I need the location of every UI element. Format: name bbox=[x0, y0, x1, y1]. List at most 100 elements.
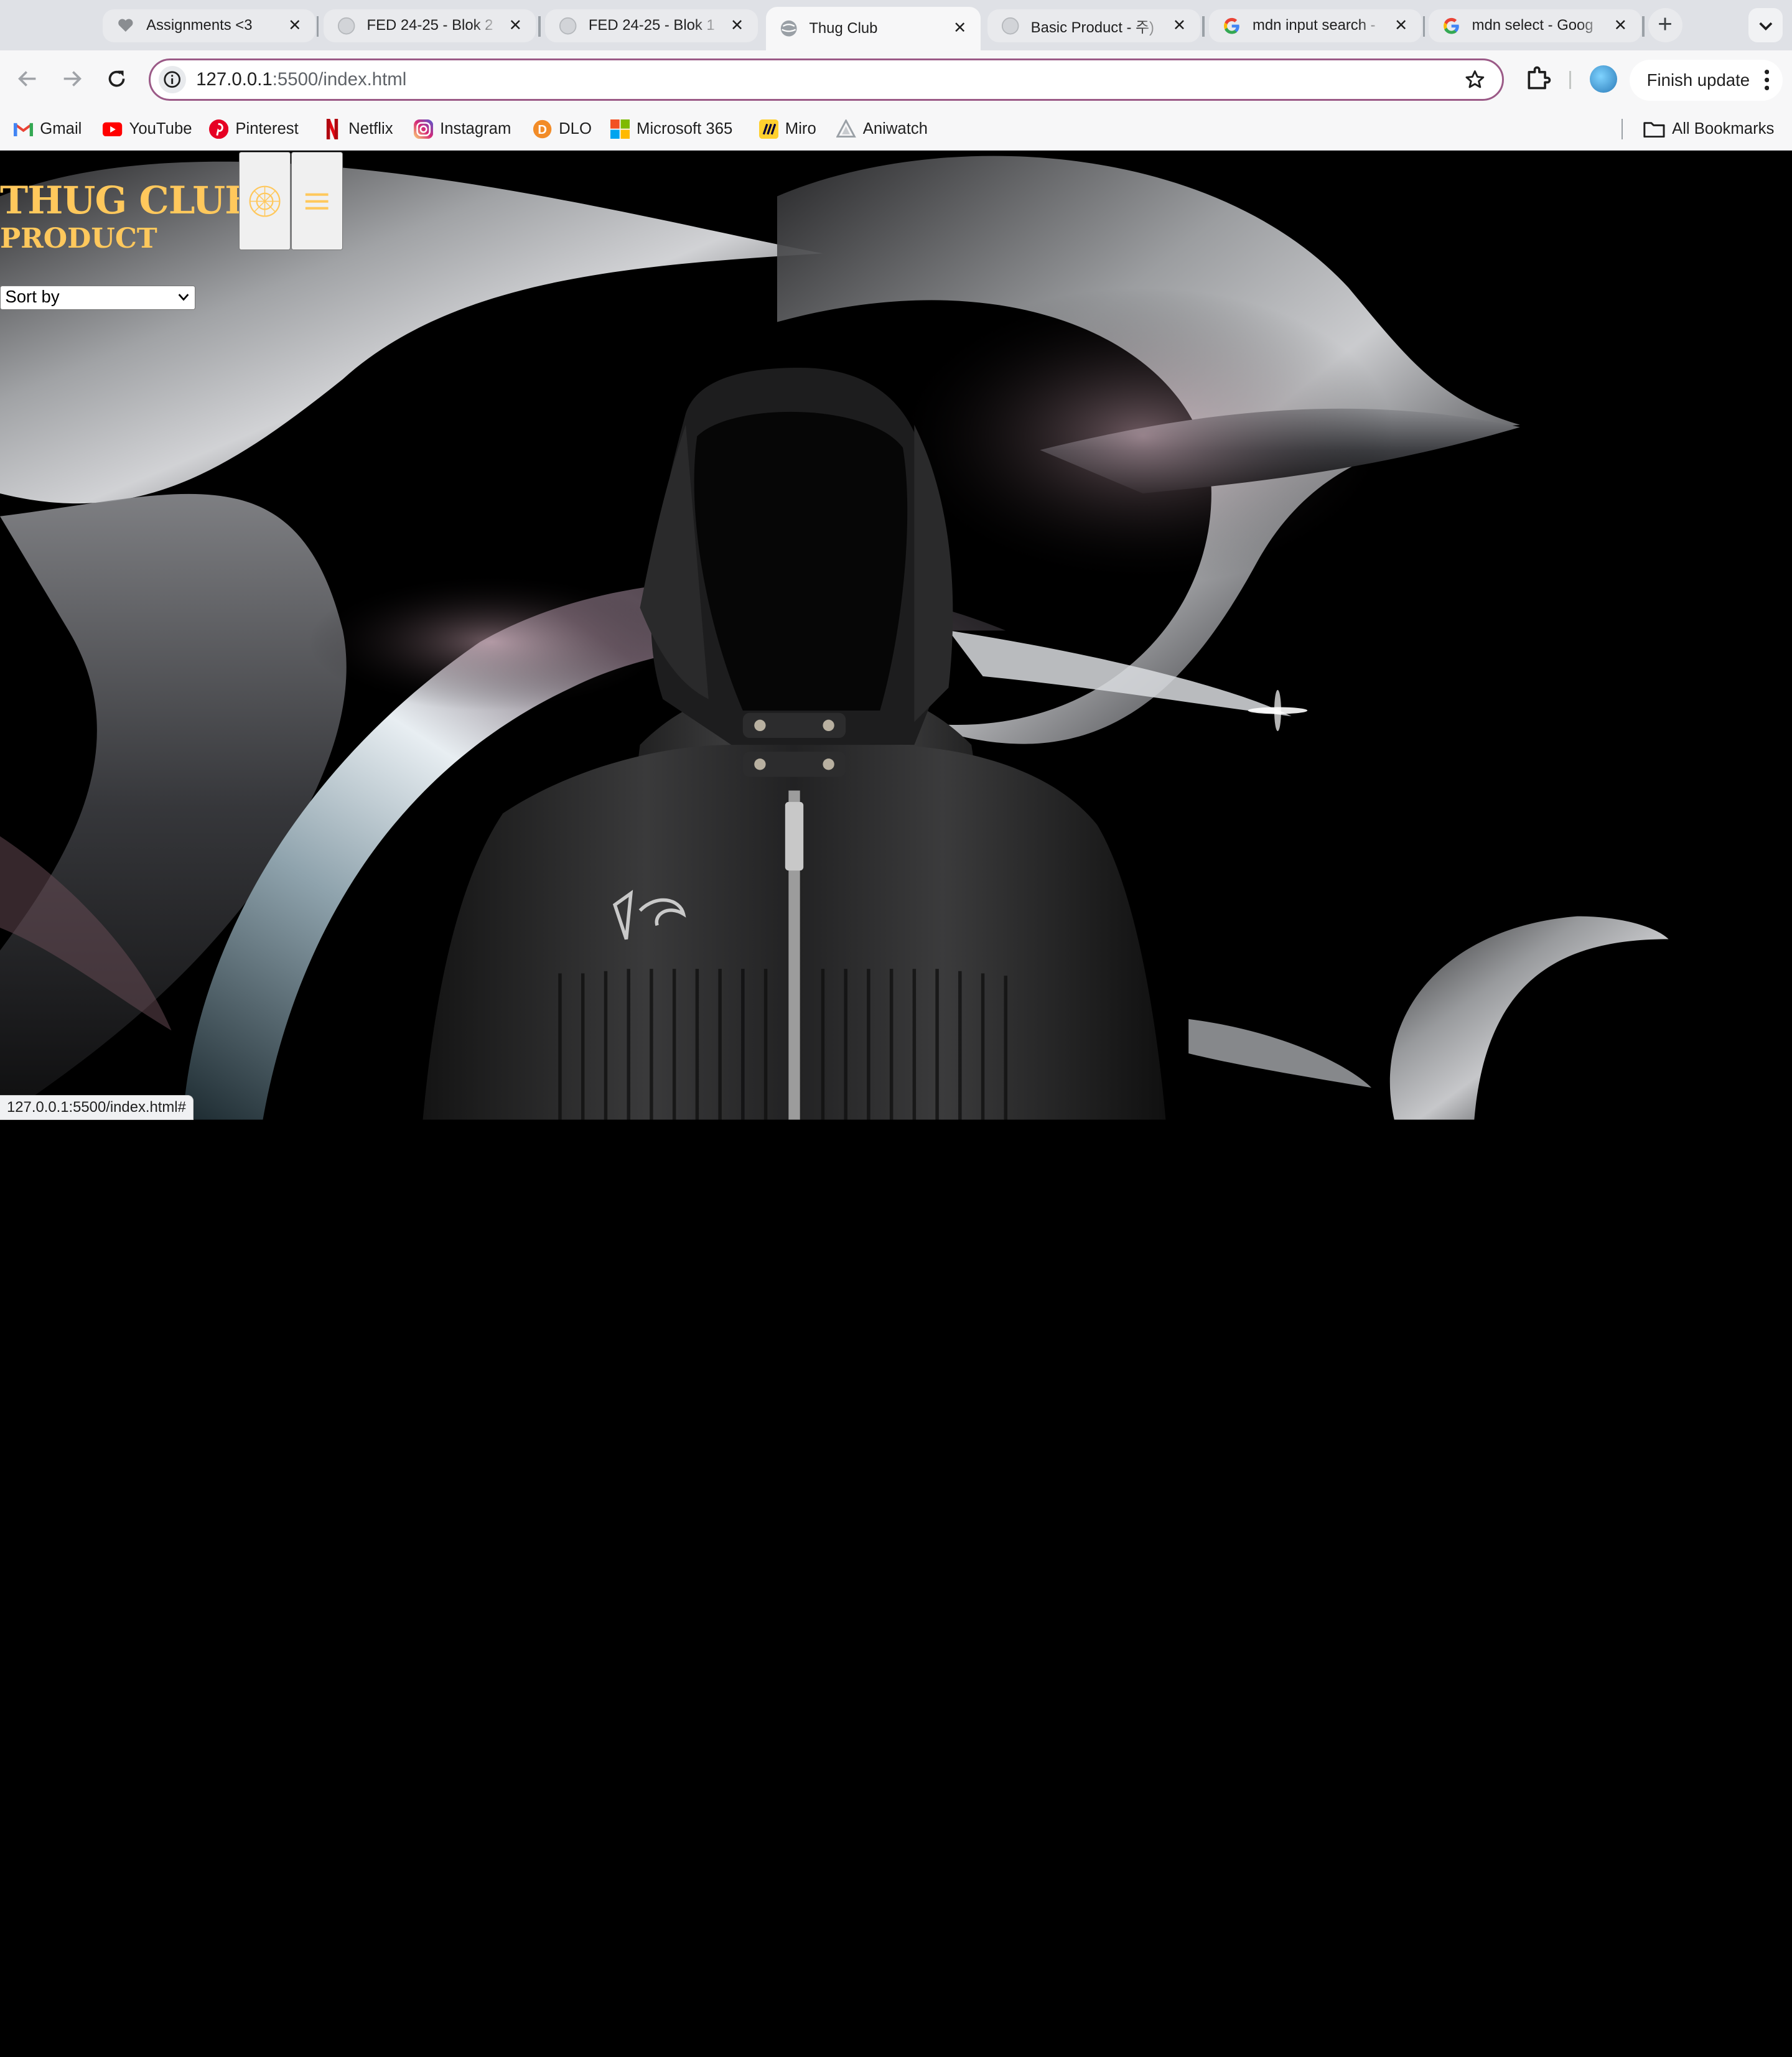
bookmark-gmail[interactable]: Gmail bbox=[14, 118, 82, 141]
page-viewport: THUG CLUB PRODUCT Sort by bbox=[0, 151, 1792, 1120]
more-menu-icon[interactable] bbox=[1764, 70, 1770, 91]
tab-title: FED 24-25 - Blok 1 bbox=[588, 17, 715, 34]
browser-toolbar: 127.0.0.1:5500/index.html Finish update bbox=[0, 50, 1792, 108]
google-icon bbox=[1223, 17, 1241, 35]
globe-icon bbox=[559, 17, 577, 35]
sun-emblem-icon bbox=[249, 185, 281, 217]
chevron-down-icon bbox=[1759, 22, 1773, 30]
tab-basic-product[interactable]: Basic Product - 주) ✕ bbox=[987, 9, 1200, 42]
sort-select[interactable]: Sort by bbox=[0, 286, 196, 310]
tab-divider bbox=[1422, 16, 1426, 37]
arrow-right-icon bbox=[63, 71, 82, 87]
forward-button[interactable] bbox=[57, 64, 87, 94]
dlo-icon: D bbox=[533, 119, 552, 139]
tab-divider bbox=[1202, 16, 1205, 37]
bookmark-label: Miro bbox=[785, 120, 816, 138]
bookmark-netflix[interactable]: Netflix bbox=[322, 118, 393, 141]
tab-divider bbox=[538, 16, 541, 37]
bookmark-label: YouTube bbox=[129, 120, 192, 138]
gmail-icon bbox=[14, 119, 34, 139]
globe-icon bbox=[780, 19, 798, 37]
bookmark-label: DLO bbox=[559, 120, 592, 138]
address-bar[interactable]: 127.0.0.1:5500/index.html bbox=[148, 58, 1505, 101]
profile-avatar[interactable] bbox=[1589, 65, 1617, 93]
tab-fed-blok-1[interactable]: FED 24-25 - Blok 1 ✕ bbox=[545, 9, 758, 42]
bookmark-label: Gmail bbox=[40, 120, 82, 138]
microsoft-icon bbox=[610, 119, 630, 139]
section-title: PRODUCT bbox=[0, 223, 157, 255]
folder-icon bbox=[1643, 119, 1665, 139]
all-bookmarks-label: All Bookmarks bbox=[1672, 120, 1775, 138]
close-tab-icon[interactable]: ✕ bbox=[728, 17, 746, 35]
bookmark-label: Pinterest bbox=[235, 120, 299, 138]
tab-mdn-select[interactable]: mdn select - Goog ✕ bbox=[1428, 9, 1641, 42]
bookmark-pinterest[interactable]: Pinterest bbox=[209, 118, 299, 141]
close-tab-icon[interactable]: ✕ bbox=[1392, 17, 1410, 35]
status-bar-url: 127.0.0.1:5500/index.html# bbox=[0, 1094, 194, 1120]
bookmark-youtube[interactable]: YouTube bbox=[103, 118, 192, 141]
finish-update-label: Finish update bbox=[1646, 70, 1750, 90]
close-tab-icon[interactable]: ✕ bbox=[1170, 17, 1188, 35]
tab-title: mdn input search - bbox=[1252, 17, 1376, 34]
back-button[interactable] bbox=[12, 64, 42, 94]
new-tab-button[interactable]: + bbox=[1648, 7, 1682, 42]
url-path: :5500/index.html bbox=[272, 69, 407, 90]
svg-text:D: D bbox=[538, 123, 547, 137]
bookmark-microsoft-365[interactable]: Microsoft 365 bbox=[610, 118, 733, 141]
close-tab-icon[interactable]: ✕ bbox=[951, 19, 969, 37]
toolbar-divider bbox=[1569, 70, 1572, 90]
bookmark-miro[interactable]: Miro bbox=[758, 118, 816, 141]
close-tab-icon[interactable]: ✕ bbox=[506, 17, 525, 35]
bookmarks-divider bbox=[1622, 119, 1623, 140]
all-bookmarks-button[interactable]: All Bookmarks bbox=[1643, 118, 1774, 141]
sort-select-value: Sort by bbox=[5, 287, 60, 307]
bookmark-dlo[interactable]: D DLO bbox=[533, 118, 592, 141]
instagram-icon bbox=[413, 119, 434, 139]
chevron-down-icon bbox=[178, 294, 189, 301]
bookmark-star-icon[interactable] bbox=[1463, 68, 1486, 91]
close-tab-icon[interactable]: ✕ bbox=[1612, 17, 1630, 35]
address-url: 127.0.0.1:5500/index.html bbox=[196, 69, 406, 90]
close-tab-icon[interactable]: ✕ bbox=[286, 17, 304, 35]
brand-heading: THUG CLUB PRODUCT bbox=[0, 179, 256, 254]
globe-icon bbox=[337, 17, 355, 35]
aniwatch-icon bbox=[836, 119, 856, 139]
bookmark-label: Instagram bbox=[440, 120, 511, 138]
tab-title: mdn select - Goog bbox=[1472, 17, 1594, 34]
pinterest-icon bbox=[209, 119, 229, 139]
site-title: THUG CLUB bbox=[0, 179, 256, 223]
bookmark-aniwatch[interactable]: Aniwatch bbox=[836, 118, 928, 141]
emblem-button[interactable] bbox=[238, 152, 291, 251]
tab-fed-blok-2[interactable]: FED 24-25 - Blok 2 ✕ bbox=[323, 9, 536, 42]
youtube-icon bbox=[103, 119, 123, 139]
bookmark-label: Netflix bbox=[348, 120, 393, 138]
hero-artwork bbox=[0, 151, 1792, 1120]
bookmarks-bar: Gmail YouTube Pinterest Netflix Instagra… bbox=[0, 107, 1792, 151]
finish-update-button[interactable]: Finish update bbox=[1630, 59, 1783, 101]
site-info-icon[interactable] bbox=[158, 65, 186, 93]
menu-button[interactable] bbox=[291, 152, 343, 251]
hamburger-menu-icon bbox=[306, 193, 329, 210]
tab-search-button[interactable] bbox=[1748, 7, 1783, 42]
reload-icon bbox=[108, 70, 125, 87]
reload-button[interactable] bbox=[101, 64, 131, 94]
google-icon bbox=[1442, 17, 1460, 35]
tab-mdn-input-search[interactable]: mdn input search - ✕ bbox=[1209, 9, 1422, 42]
tab-title: Assignments <3 bbox=[146, 17, 253, 34]
tab-title: Thug Club bbox=[809, 19, 878, 37]
tab-assignments[interactable]: Assignments <3 ✕ bbox=[103, 9, 315, 42]
heart-icon bbox=[116, 17, 134, 35]
bookmark-label: Microsoft 365 bbox=[637, 120, 733, 138]
tab-thug-club[interactable]: Thug Club ✕ bbox=[765, 7, 981, 50]
extensions-puzzle-icon[interactable] bbox=[1524, 64, 1552, 91]
miro-icon bbox=[758, 119, 778, 139]
bookmark-instagram[interactable]: Instagram bbox=[413, 118, 511, 141]
arrow-left-icon bbox=[17, 71, 35, 87]
url-host: 127.0.0.1 bbox=[196, 69, 273, 90]
netflix-icon bbox=[322, 119, 342, 140]
bookmark-label: Aniwatch bbox=[862, 120, 928, 138]
tab-strip: Assignments <3 ✕ FED 24-25 - Blok 2 ✕ FE… bbox=[0, 0, 1792, 50]
tab-divider bbox=[1642, 16, 1645, 37]
tab-title: Basic Product - 주) bbox=[1030, 19, 1154, 36]
tab-divider bbox=[316, 16, 319, 37]
